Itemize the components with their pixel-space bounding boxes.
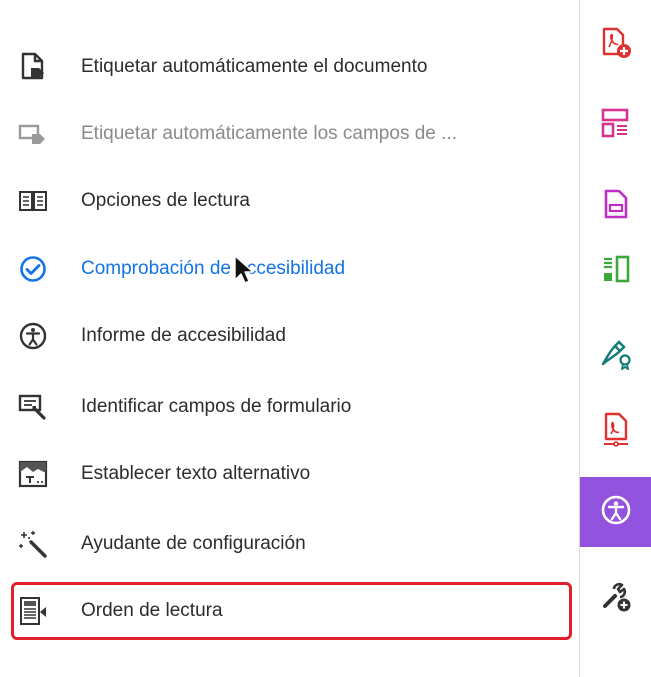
more-tools-icon	[600, 581, 632, 618]
menu-item-accessibility-report[interactable]: Informe de accesibilidad	[0, 303, 578, 369]
menu-item-label: Comprobación de accesibilidad	[81, 258, 346, 279]
menu-item-setup-assistant[interactable]: Ayudante de configuración	[0, 511, 578, 577]
check-circle-icon	[18, 254, 48, 284]
menu-item-label: Identificar campos de formulario	[81, 396, 352, 417]
menu-item-label: Etiquetar automáticamente el documento	[81, 56, 428, 77]
menu-item-reading-options[interactable]: Opciones de lectura	[0, 168, 578, 234]
tools-rail	[580, 0, 651, 677]
prepare-form-icon	[600, 107, 632, 144]
menu-item-label: Opciones de lectura	[81, 190, 250, 211]
accessibility-tools-menu: Etiquetar automáticamente el documento E…	[0, 0, 578, 677]
rail-prepare-form-button[interactable]	[580, 92, 651, 158]
alt-text-icon	[18, 459, 48, 489]
magic-wand-icon	[18, 529, 48, 559]
accessibility-report-icon	[18, 321, 48, 351]
rail-more-tools-button[interactable]	[580, 566, 651, 632]
rail-accessibility-button[interactable]	[580, 477, 651, 547]
auto-tag-fields-icon	[18, 119, 48, 149]
create-pdf-icon	[600, 27, 632, 64]
mouse-cursor-icon	[233, 255, 255, 290]
menu-item-autotag-fields[interactable]: Etiquetar automáticamente los campos de …	[0, 101, 578, 167]
fill-sign-icon	[599, 336, 633, 375]
menu-item-identify-form-fields[interactable]: Identificar campos de formulario	[0, 374, 578, 440]
rail-organize-pages-button[interactable]	[580, 238, 651, 304]
rail-fill-sign-button[interactable]	[580, 322, 651, 388]
auto-tag-document-icon	[18, 52, 48, 82]
export-pdf-icon	[600, 188, 632, 225]
menu-item-label: Ayudante de configuración	[81, 533, 306, 554]
rail-create-pdf-button[interactable]	[580, 12, 651, 78]
rail-export-pdf-button[interactable]	[580, 173, 651, 239]
highlight-box	[11, 582, 572, 640]
organize-pages-icon	[600, 253, 632, 290]
rail-protect-pdf-button[interactable]	[580, 399, 651, 465]
protect-pdf-icon	[600, 412, 632, 453]
menu-item-label: Establecer texto alternativo	[81, 463, 311, 484]
identify-form-fields-icon	[18, 392, 48, 422]
reading-options-icon	[18, 186, 48, 216]
menu-item-label: Etiquetar automáticamente los campos de …	[81, 123, 457, 144]
menu-item-label: Informe de accesibilidad	[81, 325, 286, 346]
menu-item-autotag-document[interactable]: Etiquetar automáticamente el documento	[0, 34, 578, 100]
accessibility-icon	[600, 494, 632, 531]
menu-item-accessibility-check[interactable]: Comprobación de accesibilidad	[0, 236, 578, 302]
menu-item-set-alt-text[interactable]: Establecer texto alternativo	[0, 441, 578, 507]
